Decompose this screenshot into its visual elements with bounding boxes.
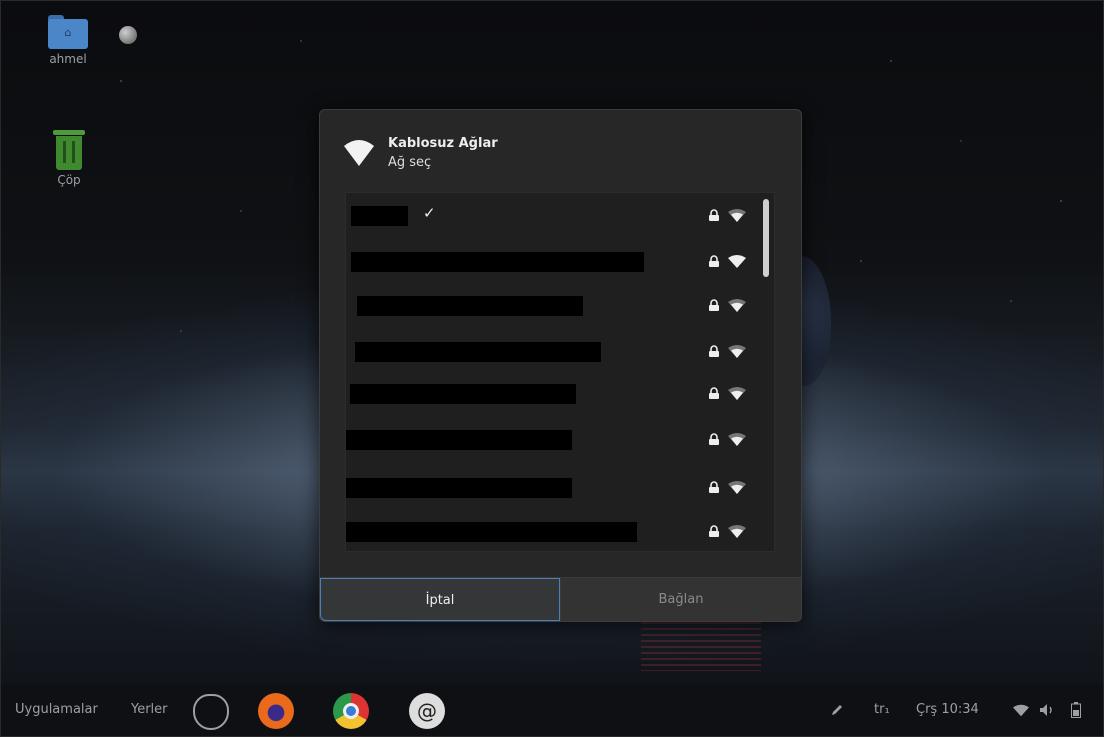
chrome-icon[interactable] [333,693,369,729]
lock-icon [709,345,719,357]
network-row[interactable] [346,509,774,551]
places-menu[interactable]: Yerler [131,702,168,717]
clock[interactable]: Çrş 10:34 [916,702,979,717]
cancel-button[interactable]: İptal [320,578,560,621]
lock-icon [709,387,719,399]
desktop: ⌂ ahmel Çöp Kablosuz Ağlar Ağ seç ✓ İpta… [0,0,1104,737]
signal-strength-icon [728,209,746,222]
dialog-title: Kablosuz Ağlar [388,136,498,151]
network-row[interactable] [346,371,774,415]
connect-button[interactable]: Bağlan [560,578,801,621]
taskbar: Uygulamalar Yerler @ tr₁ Çrş 10:34 [1,685,1103,736]
lock-icon [709,433,719,445]
wallpaper-reflection [641,616,761,671]
panther-icon[interactable] [193,694,229,730]
folder-icon: ⌂ [48,15,88,49]
network-name-redacted [351,252,644,272]
signal-strength-icon [728,525,746,538]
connected-check-icon: ✓ [423,204,436,222]
list-scrollbar[interactable] [763,199,769,277]
trash-shortcut[interactable]: Çöp [46,130,92,187]
signal-strength-icon [728,299,746,312]
network-row[interactable] [346,417,774,461]
network-name-redacted [346,522,637,542]
home-folder-label: ahmel [49,52,87,66]
network-list[interactable]: ✓ [345,192,775,552]
signal-strength-icon [728,433,746,446]
wifi-icon[interactable] [1013,704,1029,717]
network-name-redacted [346,478,572,498]
network-row[interactable]: ✓ [346,193,774,237]
lock-icon [709,255,719,267]
network-row[interactable] [346,239,774,283]
network-row[interactable] [346,465,774,509]
lock-icon [709,525,719,537]
firefox-icon[interactable] [258,693,294,729]
lock-icon [709,481,719,493]
mail-icon[interactable]: @ [409,693,445,729]
network-row[interactable] [346,329,774,373]
network-name-redacted [351,206,408,226]
network-name-redacted [350,384,576,404]
signal-strength-icon [728,255,746,268]
signal-strength-icon [728,387,746,400]
home-folder-shortcut[interactable]: ⌂ ahmel [43,15,93,66]
volume-icon[interactable] [1039,703,1055,717]
signal-strength-icon [728,345,746,358]
network-name-redacted [355,342,601,362]
lock-icon [709,209,719,221]
network-name-redacted [357,296,583,316]
dialog-subtitle: Ağ seç [388,155,432,170]
dialog-button-row: İptal Bağlan [320,577,801,621]
keyboard-layout-indicator[interactable]: tr₁ [874,702,890,717]
battery-icon[interactable] [1071,702,1081,718]
network-name-redacted [346,430,572,450]
lock-icon [709,299,719,311]
trash-label: Çöp [57,173,81,187]
network-row[interactable] [346,283,774,327]
wireless-networks-dialog: Kablosuz Ağlar Ağ seç ✓ İptal Bağlan [319,109,802,622]
pencil-icon[interactable] [830,703,844,717]
moon-icon [119,26,137,44]
trash-icon [53,130,85,170]
signal-strength-icon [728,481,746,494]
applications-menu[interactable]: Uygulamalar [15,702,98,717]
home-icon: ⌂ [64,26,72,39]
wifi-icon [344,140,374,166]
